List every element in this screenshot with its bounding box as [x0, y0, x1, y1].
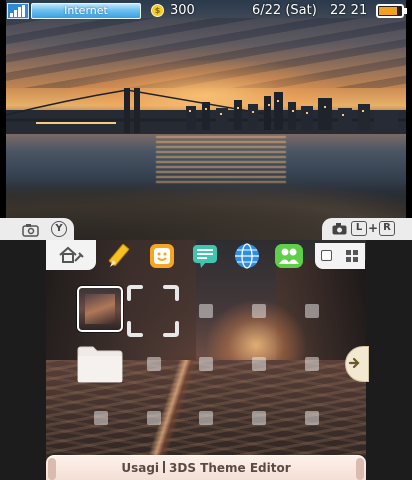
connection-status-badge: Internet — [31, 3, 141, 19]
r-button-icon: R — [379, 221, 395, 236]
single-view-icon[interactable] — [321, 250, 332, 261]
empty-slot[interactable] — [252, 357, 266, 371]
empty-slot[interactable] — [252, 411, 266, 425]
button-combo-plus: + — [368, 221, 379, 235]
city-reflection — [156, 136, 286, 186]
theme-editor-name: 3DS Theme Editor — [169, 461, 291, 475]
camera-thumbnail[interactable] — [77, 286, 123, 332]
theme-author: Usagi — [121, 461, 160, 475]
top-screen-wallpaper — [6, 0, 406, 240]
smiley-face-icon[interactable] — [149, 243, 175, 269]
globe-icon[interactable] — [234, 243, 260, 269]
battery-icon — [376, 4, 404, 18]
speech-bubble-icon[interactable] — [192, 243, 218, 269]
empty-slot[interactable] — [305, 357, 319, 371]
credit-separator — [163, 461, 166, 473]
empty-slot[interactable] — [147, 357, 161, 371]
city-skyline — [6, 88, 406, 140]
grid-view-icon[interactable] — [346, 250, 359, 263]
empty-slot[interactable] — [305, 304, 319, 318]
battery-level-fill — [379, 7, 397, 15]
folder-icon[interactable] — [76, 344, 124, 384]
theme-credit: Usagi 3DS Theme Editor — [46, 459, 366, 477]
time-display: 22 21 — [330, 3, 368, 18]
empty-slot[interactable] — [94, 411, 108, 425]
l-button-icon: L — [351, 221, 367, 236]
empty-slot[interactable] — [147, 411, 161, 425]
status-bar: Internet $ 300 6/22 (Sat) 22 21 — [0, 0, 412, 22]
camera-thumbnail-image — [85, 294, 115, 324]
signal-bars-icon — [7, 3, 29, 19]
empty-slot[interactable] — [252, 304, 266, 318]
camera-icon — [22, 224, 39, 237]
camera-icon — [332, 223, 347, 235]
battery-tip — [404, 8, 407, 14]
empty-slot[interactable] — [305, 411, 319, 425]
empty-slot[interactable] — [199, 411, 213, 425]
pencil-icon[interactable] — [107, 243, 133, 269]
friends-icon[interactable] — [274, 243, 304, 269]
y-button-icon: Y — [51, 221, 67, 237]
play-coin-count: 300 — [170, 3, 195, 18]
selection-cursor-icon — [127, 285, 179, 337]
arrow-right-icon — [348, 357, 360, 369]
home-settings-icon — [59, 246, 84, 263]
empty-slot[interactable] — [199, 304, 213, 318]
empty-slot[interactable] — [199, 357, 213, 371]
play-coin-icon: $ — [151, 4, 164, 17]
date-display: 6/22 (Sat) — [252, 3, 317, 18]
